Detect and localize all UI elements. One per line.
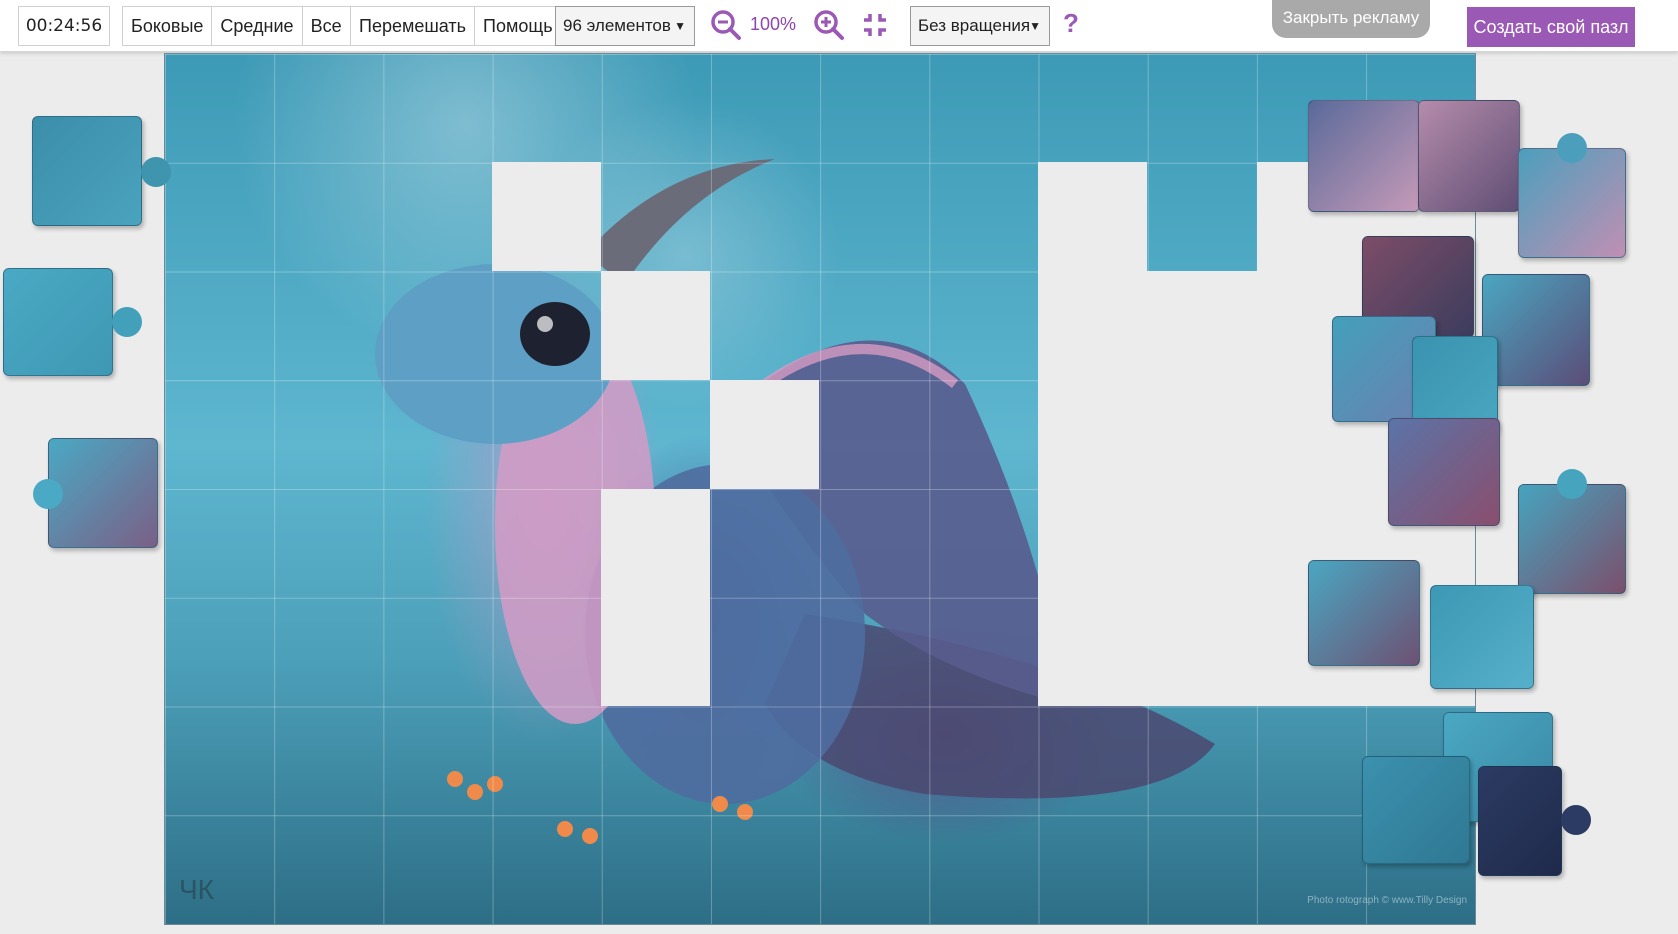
empty-slot — [492, 162, 601, 271]
help-button[interactable]: Помощь — [475, 7, 561, 45]
zoom-level: 100% — [750, 14, 797, 34]
rotation-value: Без вращения — [918, 16, 1031, 35]
dropdown-arrow-icon: ▼ — [1029, 19, 1041, 33]
create-puzzle-button[interactable]: Создать свой пазл — [1467, 7, 1635, 47]
close-ad-button[interactable]: Закрыть рекламу — [1272, 0, 1430, 38]
loose-piece[interactable] — [33, 438, 158, 548]
loose-piece[interactable] — [3, 268, 142, 376]
loose-piece[interactable] — [1308, 560, 1420, 666]
piece-count-select[interactable]: 96 элементов ▼ — [555, 6, 695, 46]
loose-piece[interactable] — [1518, 133, 1626, 258]
piece-tab — [1557, 469, 1587, 499]
filter-middle-button[interactable]: Средние — [212, 7, 303, 45]
piece-count-value: 96 элементов — [563, 16, 671, 35]
piece-tab — [1557, 133, 1587, 163]
empty-slot — [601, 489, 710, 706]
puzzle-board[interactable]: ЧК Photo rotograph © www.Tilly Design — [164, 53, 1476, 925]
filter-all-button[interactable]: Все — [303, 7, 350, 45]
empty-slot — [1147, 380, 1257, 706]
piece-tab — [33, 479, 63, 509]
loose-piece[interactable] — [1482, 274, 1590, 386]
edge-filter-group: Боковые Средние Все — [122, 6, 351, 46]
piece-tab — [112, 307, 142, 337]
loose-piece[interactable] — [1308, 100, 1420, 212]
loose-piece[interactable] — [1430, 585, 1534, 689]
filter-edges-button[interactable]: Боковые — [123, 7, 213, 45]
actions-group: Перемешать Помощь — [350, 6, 562, 46]
image-credit: Photo rotograph © www.Tilly Design — [1307, 895, 1467, 906]
loose-piece[interactable] — [1518, 469, 1626, 594]
dropdown-arrow-icon: ▼ — [674, 19, 686, 33]
rotation-select[interactable]: Без вращения ▼ — [910, 6, 1050, 46]
piece-tab — [141, 157, 171, 187]
piece-tab — [1561, 805, 1591, 835]
empty-slot — [710, 380, 819, 489]
loose-piece[interactable] — [1478, 766, 1591, 876]
loose-piece[interactable] — [1362, 756, 1470, 864]
fit-screen-icon[interactable] — [858, 8, 892, 42]
loose-piece[interactable] — [32, 116, 171, 226]
artist-signature: ЧК — [179, 874, 214, 905]
loose-piece[interactable] — [1418, 100, 1520, 212]
zoom-in-icon[interactable] — [812, 8, 846, 42]
shuffle-button[interactable]: Перемешать — [351, 7, 476, 45]
loose-piece[interactable] — [1388, 418, 1500, 526]
help-icon[interactable]: ? — [1063, 8, 1079, 39]
toolbar: 00:24:56 Боковые Средние Все Перемешать … — [0, 0, 1678, 52]
timer: 00:24:56 — [18, 6, 110, 46]
zoom-out-icon[interactable] — [709, 8, 743, 42]
empty-slot — [601, 271, 710, 380]
empty-slot — [1038, 162, 1147, 271]
